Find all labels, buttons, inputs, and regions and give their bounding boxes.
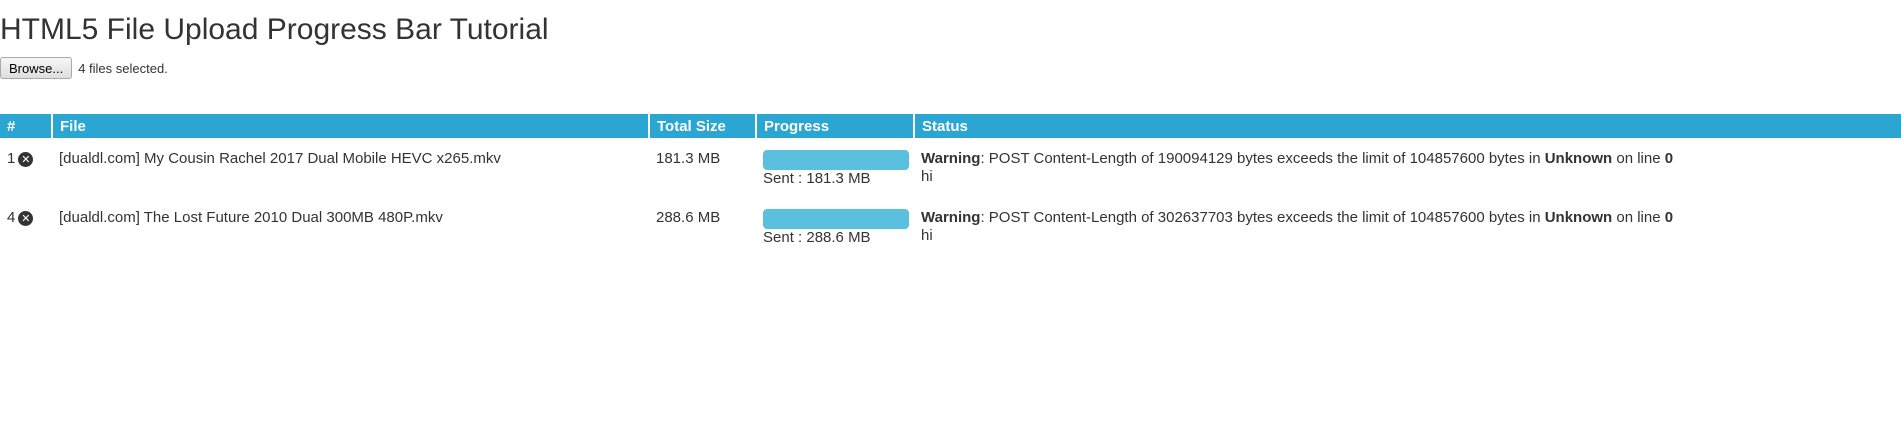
progress-bar-fill xyxy=(763,209,909,229)
page-title: HTML5 File Upload Progress Bar Tutorial xyxy=(0,13,549,46)
progress-bar xyxy=(763,150,909,170)
column-header-index: # xyxy=(0,114,53,138)
status-cell: Warning: POST Content-Length of 19009412… xyxy=(914,138,1901,199)
files-selected-text: 4 files selected. xyxy=(78,60,168,76)
index-cell: 4 ✕ xyxy=(0,199,52,250)
progress-cell: Sent : 288.6 MB xyxy=(756,199,914,250)
row-index: 4 xyxy=(7,209,16,226)
warning-text: : POST Content-Length of 190094129 bytes… xyxy=(980,150,1545,167)
status-extra: hi xyxy=(921,227,933,244)
index-cell: 1 ✕ xyxy=(0,138,52,199)
remove-circle-icon[interactable]: ✕ xyxy=(18,210,34,226)
status-cell: Warning: POST Content-Length of 30263770… xyxy=(914,199,1901,250)
file-size: 288.6 MB xyxy=(656,209,721,226)
line-text: on line xyxy=(1612,209,1665,226)
status-message: Warning: POST Content-Length of 19009412… xyxy=(921,150,1894,168)
column-header-status: Status xyxy=(914,114,1901,138)
upload-table: # File Total Size Progress Status 1 ✕ [d… xyxy=(0,114,1901,250)
progress-cell: Sent : 181.3 MB xyxy=(756,138,914,199)
remove-circle-icon[interactable]: ✕ xyxy=(18,151,34,167)
browse-button[interactable]: Browse... xyxy=(0,57,73,79)
column-header-file: File xyxy=(52,114,650,138)
unknown-label: Unknown xyxy=(1544,209,1613,226)
unknown-label: Unknown xyxy=(1544,150,1613,167)
table-row: 4 ✕ [dualdl.com] The Lost Future 2010 Du… xyxy=(0,199,1901,250)
file-name: [dualdl.com] My Cousin Rachel 2017 Dual … xyxy=(59,150,501,167)
line-text: on line xyxy=(1612,150,1665,167)
file-name: [dualdl.com] The Lost Future 2010 Dual 3… xyxy=(59,209,443,226)
progress-bar xyxy=(763,209,909,229)
line-number: 0 xyxy=(1664,150,1674,167)
table-header-row: # File Total Size Progress Status xyxy=(0,114,1901,138)
status-extra: hi xyxy=(921,168,933,185)
status-message: Warning: POST Content-Length of 30263770… xyxy=(921,209,1894,227)
sent-text: Sent : 288.6 MB xyxy=(763,229,871,246)
line-number: 0 xyxy=(1664,209,1674,226)
progress-bar-fill xyxy=(763,150,909,170)
file-input-row: Browse... 4 files selected. xyxy=(0,57,168,79)
sent-text: Sent : 181.3 MB xyxy=(763,170,871,187)
column-header-total-size: Total Size xyxy=(649,114,757,138)
warning-label: Warning xyxy=(921,209,981,226)
column-header-progress: Progress xyxy=(756,114,915,138)
warning-text: : POST Content-Length of 302637703 bytes… xyxy=(980,209,1545,226)
row-index: 1 xyxy=(7,150,16,167)
warning-label: Warning xyxy=(921,150,981,167)
file-size: 181.3 MB xyxy=(656,150,721,167)
table-row: 1 ✕ [dualdl.com] My Cousin Rachel 2017 D… xyxy=(0,138,1901,199)
